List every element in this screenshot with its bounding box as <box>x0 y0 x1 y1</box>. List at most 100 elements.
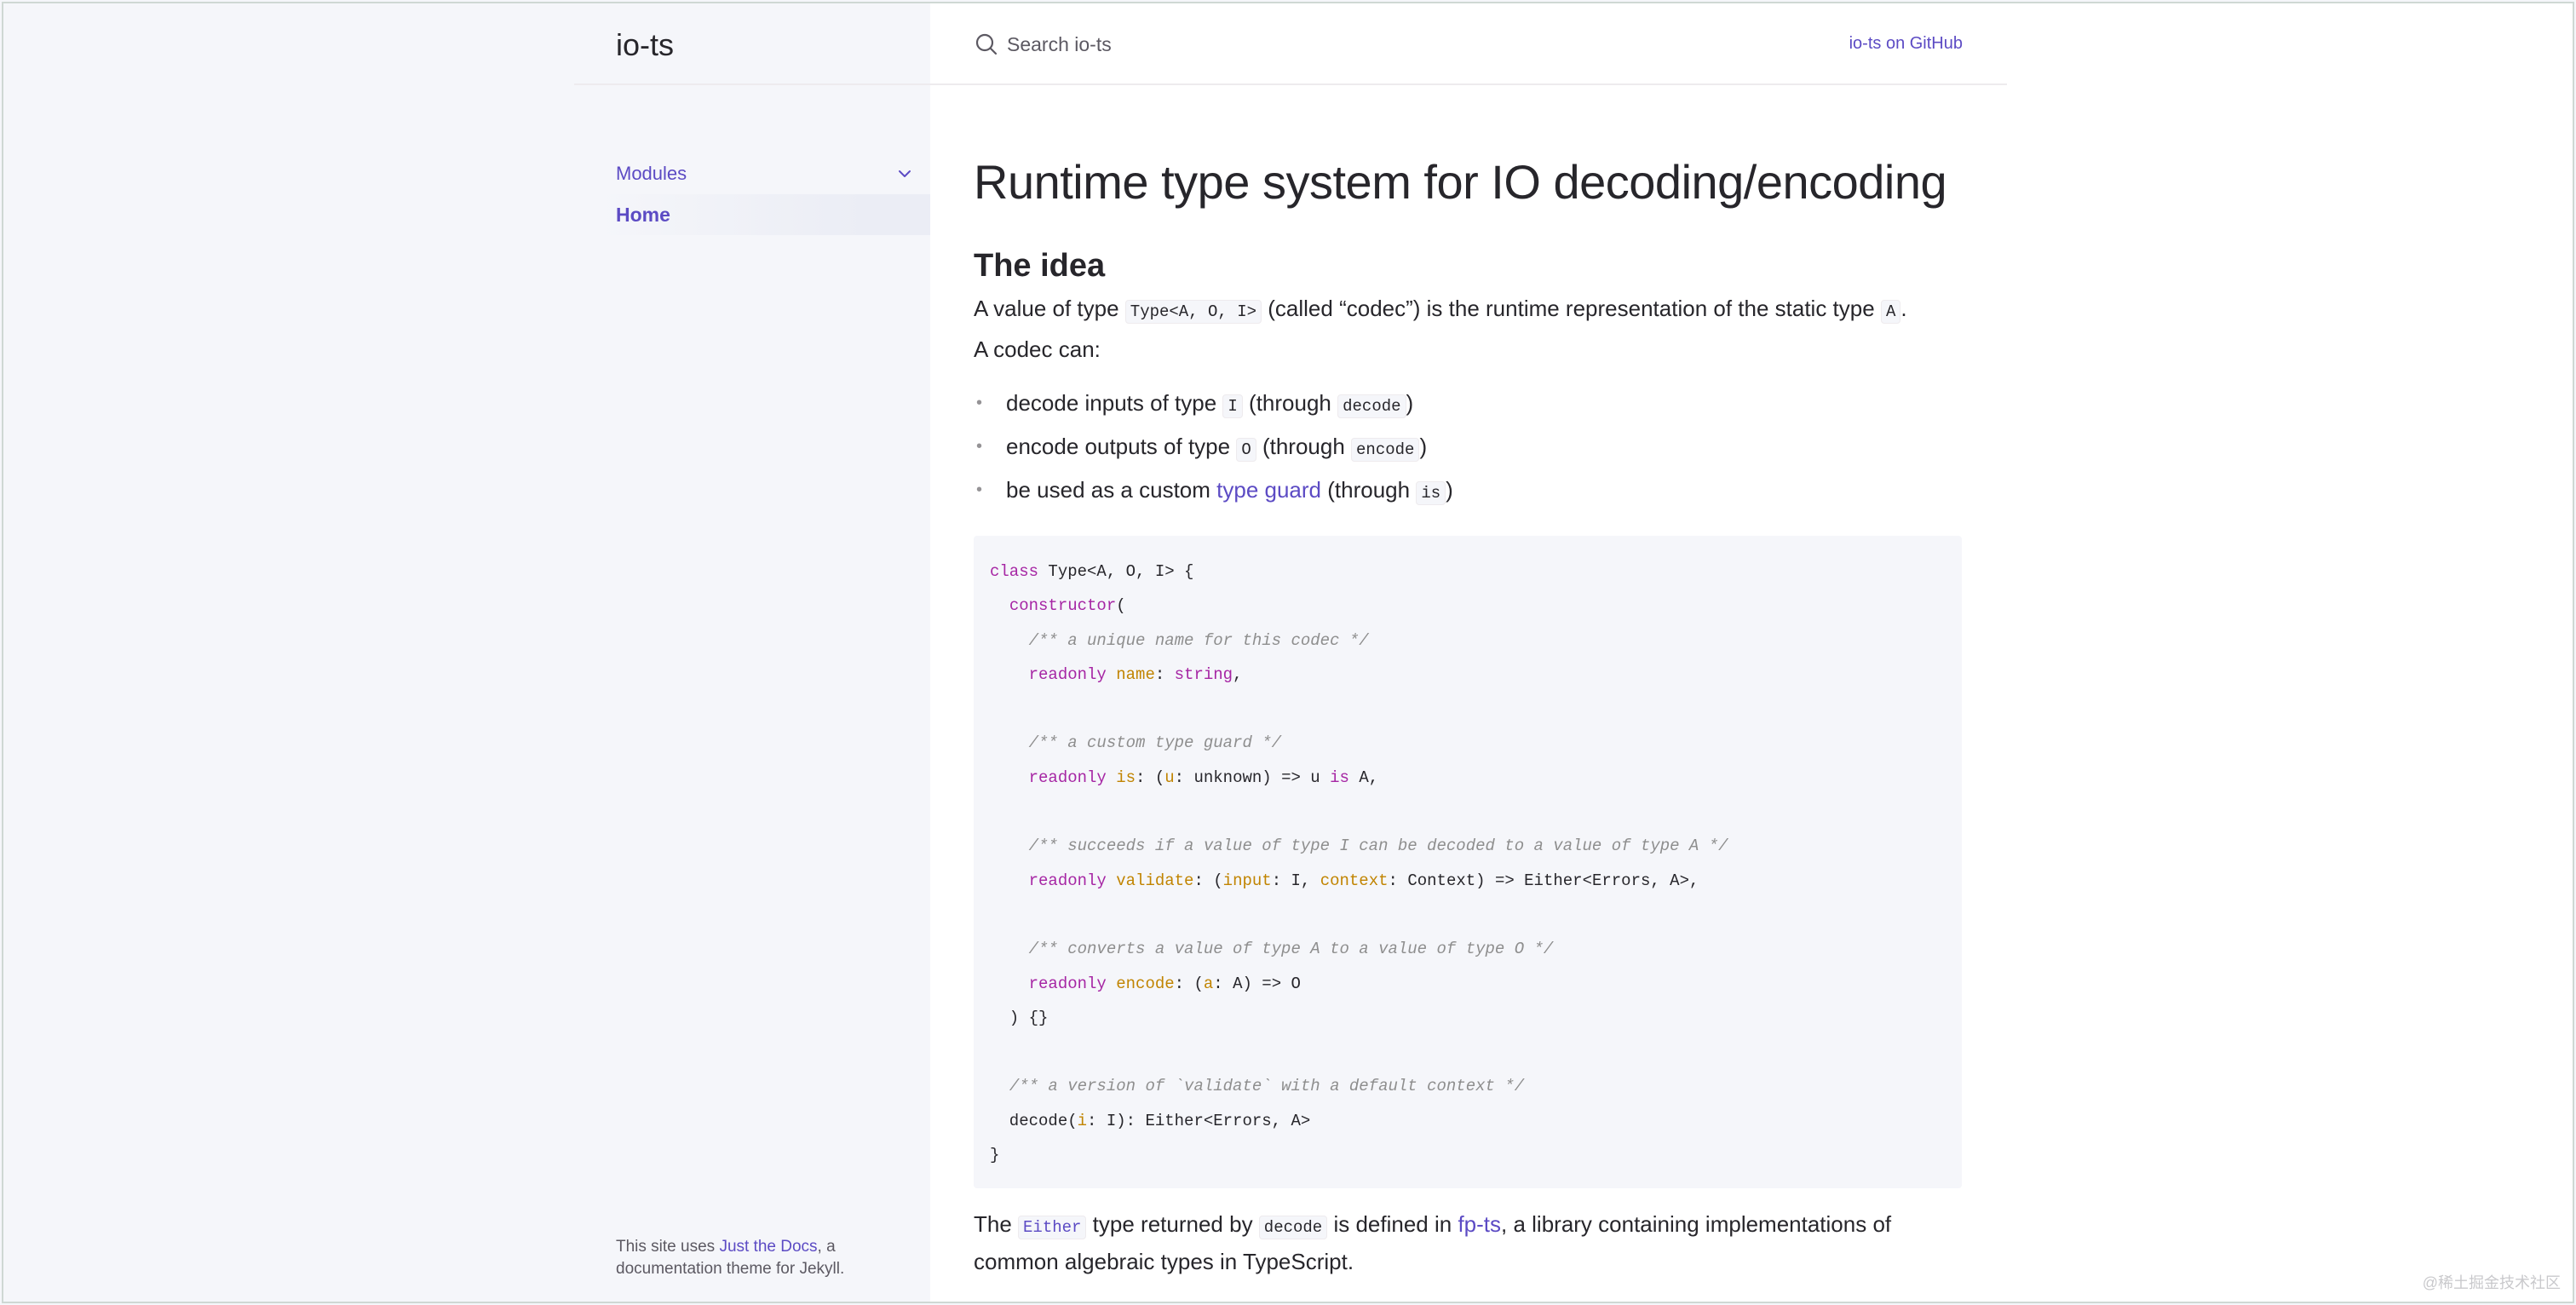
text-segment: ) <box>1419 434 1428 459</box>
text-segment: (called “codec”) is the runtime represen… <box>1262 296 1881 321</box>
text-segment: ) <box>1406 390 1414 416</box>
code-token: readonly <box>1028 974 1107 993</box>
code-token: : ( <box>1136 767 1165 787</box>
intro-paragraph: A value of type Type<A, O, I> (called “c… <box>974 290 1962 331</box>
sidebar: io-ts Modules Home This site uses Just t… <box>3 3 930 1302</box>
section-heading: The idea <box>974 248 1106 284</box>
code-token: i <box>1077 1111 1088 1130</box>
code-line: } <box>990 1146 999 1164</box>
code-line: class Type<A, O, I> { <box>990 562 1193 581</box>
code-line: /** converts a value of type A to a valu… <box>990 940 1554 959</box>
text-segment: decode inputs of type <box>1006 390 1223 416</box>
list-item: decode inputs of type I (through decode) <box>974 383 1962 427</box>
code-token: /** converts a value of type A to a valu… <box>1028 940 1554 959</box>
browser-viewport: io-ts Modules Home This site uses Just t… <box>2 2 2574 1303</box>
code-token: is <box>1116 767 1136 787</box>
site-title-link[interactable]: io-ts <box>616 27 674 63</box>
code-line: /** a version of `validate` with a defau… <box>990 1077 1524 1095</box>
code-token: /** a version of `validate` with a defau… <box>1009 1077 1525 1096</box>
code-line: readonly name: string, <box>990 664 1243 684</box>
text-segment: (through <box>1242 390 1338 416</box>
chevron-down-icon[interactable] <box>895 164 914 183</box>
code-token: /** a unique name for this codec */ <box>1028 630 1369 650</box>
code-token: encode <box>1116 974 1175 993</box>
text-segment: (through <box>1256 434 1352 459</box>
search-icon <box>975 32 998 56</box>
text-segment: A value of type <box>974 296 1125 321</box>
code-line: ) {} <box>990 1008 1049 1027</box>
code-line: decode(i: I): Either<Errors, A> <box>990 1112 1310 1130</box>
code-token: : ( <box>1174 974 1204 993</box>
text-segment: . <box>1900 296 1907 321</box>
code-token: /** succeeds if a value of type I can be… <box>1028 836 1728 856</box>
page-title: Runtime type system for IO decoding/enco… <box>974 155 1947 209</box>
list-item: encode outputs of type O (through encode… <box>974 427 1962 470</box>
code-token: context <box>1320 871 1389 890</box>
fp-ts-link[interactable]: fp-ts <box>1458 1211 1501 1237</box>
code-line: readonly is: (u: unknown) => u is A, <box>990 767 1379 787</box>
text-segment: ) <box>1446 477 1453 503</box>
code-token: , <box>1233 664 1243 684</box>
main-content: Runtime type system for IO decoding/enco… <box>974 148 1962 1279</box>
code-token: name <box>1116 664 1155 684</box>
code-token: validate <box>1116 871 1194 890</box>
code-token: a <box>1203 974 1214 993</box>
inline-code: encode <box>1351 438 1420 462</box>
code-line: readonly validate: (input: I, context: C… <box>990 871 1699 890</box>
code-token: readonly <box>1028 664 1107 684</box>
inline-code: O <box>1236 438 1256 462</box>
code-token: string <box>1174 664 1233 684</box>
code-token: constructor <box>1009 596 1117 616</box>
code-line: constructor( <box>990 596 1126 615</box>
code-block: class Type<A, O, I> { constructor( /** a… <box>974 536 1962 1188</box>
code-line: /** a unique name for this codec */ <box>990 631 1369 650</box>
code-line: /** succeeds if a value of type I can be… <box>990 836 1728 855</box>
search-input[interactable] <box>1005 27 1601 61</box>
code-token: u <box>1164 767 1175 787</box>
inline-code: Type<A, O, I> <box>1124 300 1262 324</box>
code-token: decode( <box>990 1111 1078 1130</box>
text-segment: The <box>974 1211 1019 1237</box>
code-token: ( <box>1116 596 1126 616</box>
site-footer-note: This site uses Just the Docs, a document… <box>616 1236 906 1280</box>
either-paragraph: The Either type returned by decode is de… <box>974 1207 1962 1279</box>
code-token: Type<A, O, I> { <box>1038 562 1194 581</box>
code-token: : <box>1154 664 1175 684</box>
code-line: readonly encode: (a: A) => O <box>990 974 1301 993</box>
capabilities-list: decode inputs of type I (through decode)… <box>974 383 1962 514</box>
code-token: readonly <box>1028 871 1107 890</box>
text-segment: encode outputs of type <box>1006 434 1237 459</box>
type-guard-link[interactable]: type guard <box>1216 477 1321 503</box>
code-token: : unknown) => u <box>1174 767 1331 787</box>
inline-code: decode <box>1258 1216 1328 1239</box>
github-link[interactable]: io-ts on GitHub <box>1849 34 1963 54</box>
top-header: io-ts on GitHub <box>930 3 2007 85</box>
just-the-docs-link[interactable]: Just the Docs <box>719 1238 817 1256</box>
list-item: be used as a custom type guard (through … <box>974 470 1962 514</box>
code-token: : A) => O <box>1213 974 1301 993</box>
sidebar-item-modules[interactable]: Modules <box>616 158 914 189</box>
sidebar-item-label: Modules <box>616 163 687 184</box>
sidebar-item-home[interactable]: Home <box>600 194 930 235</box>
code-token: A, <box>1348 767 1379 787</box>
text-segment: (through <box>1321 477 1417 503</box>
codec-can-paragraph: A codec can: <box>974 336 1101 362</box>
code-token: ) {} <box>990 1008 1049 1027</box>
code-token: : Context) => Either<Errors, A>, <box>1388 871 1699 890</box>
code-token: : I, <box>1271 871 1320 890</box>
inline-code: I <box>1222 394 1243 418</box>
sidebar-divider <box>574 83 930 85</box>
text-segment: type returned by <box>1086 1211 1259 1237</box>
code-token: class <box>990 562 1039 581</box>
